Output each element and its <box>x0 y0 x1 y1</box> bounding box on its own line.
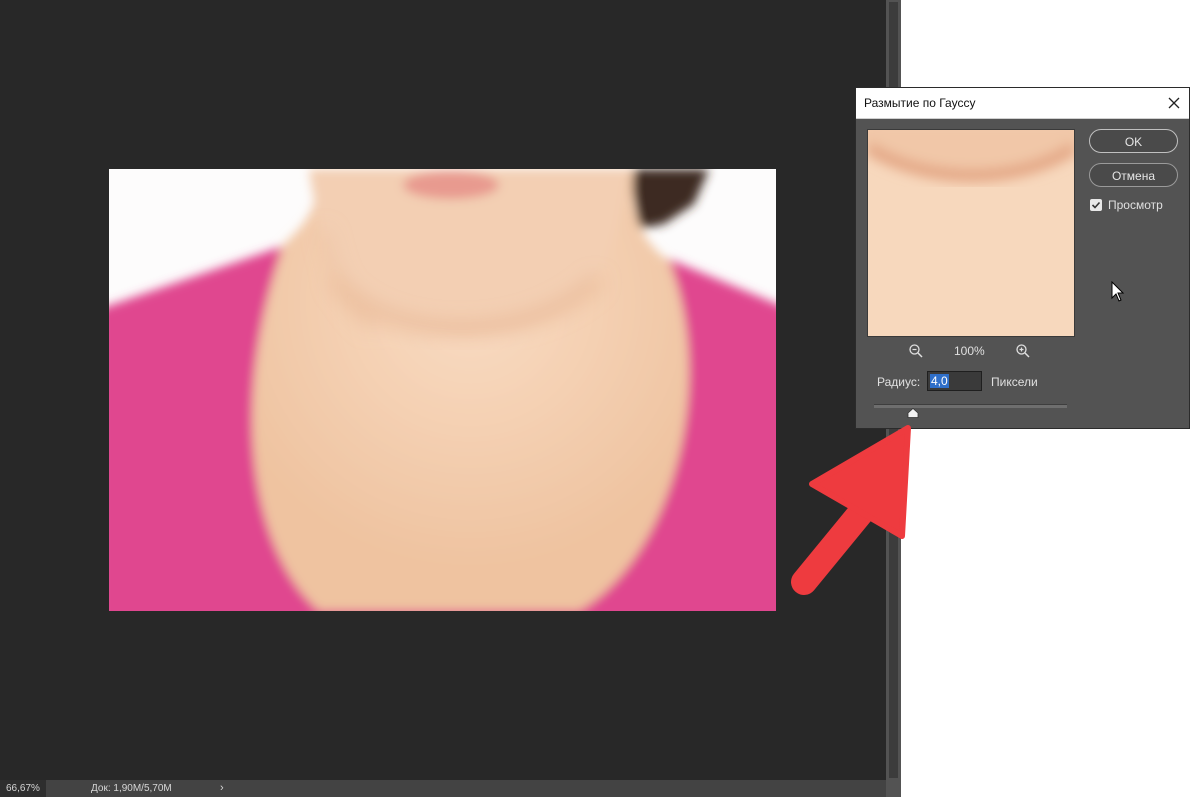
zoom-out-button[interactable] <box>908 343 924 359</box>
ok-button[interactable]: OK <box>1089 129 1178 153</box>
mouse-cursor-icon <box>1111 281 1125 302</box>
cancel-button[interactable]: Отмена <box>1089 163 1178 187</box>
checkmark-icon <box>1091 201 1101 209</box>
unit-label: Пиксели <box>991 375 1038 389</box>
zoom-level-field[interactable]: 66,67% <box>0 780 46 797</box>
dialog-title: Размытие по Гауссу <box>864 96 976 110</box>
zoom-in-icon <box>1016 344 1030 358</box>
document-canvas-image[interactable] <box>109 169 776 611</box>
radius-input[interactable]: 4,0 <box>927 371 982 391</box>
red-arrow-icon <box>791 425 911 595</box>
document-size-info: Док: 1,90M/5,70M <box>91 783 172 794</box>
status-menu-arrow[interactable]: › <box>220 780 224 797</box>
radius-label: Радиус: <box>877 375 921 389</box>
close-button[interactable] <box>1163 92 1185 114</box>
preview-thumbnail[interactable] <box>867 129 1075 337</box>
gaussian-blur-dialog: Размытие по Гауссу 100% OK Отмена Просмо… <box>855 87 1190 429</box>
close-icon <box>1168 97 1180 109</box>
radius-value: 4,0 <box>930 374 949 388</box>
preview-checkbox[interactable] <box>1090 199 1102 211</box>
preview-checkbox-label: Просмотр <box>1108 198 1163 212</box>
dialog-titlebar[interactable]: Размытие по Гауссу <box>856 88 1189 119</box>
preview-zoom-level: 100% <box>954 344 985 358</box>
zoom-out-icon <box>909 344 923 358</box>
radius-slider-thumb[interactable] <box>907 408 919 418</box>
document-workspace <box>0 0 886 780</box>
status-bar: 66,67% Док: 1,90M/5,70M › <box>0 780 886 797</box>
zoom-in-button[interactable] <box>1015 343 1031 359</box>
radius-slider-track[interactable] <box>874 404 1067 408</box>
blurred-photo <box>109 169 776 611</box>
preview-image <box>868 130 1074 336</box>
slider-thumb-icon <box>907 408 919 418</box>
